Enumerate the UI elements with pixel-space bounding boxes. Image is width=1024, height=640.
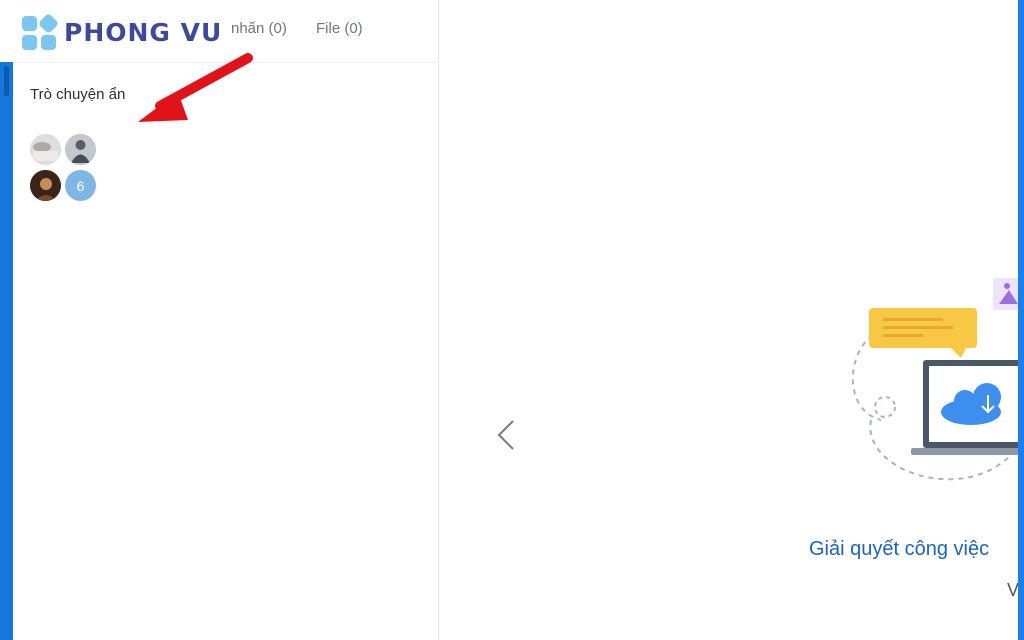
hidden-chats-title: Trò chuyện ẩn [30, 86, 126, 103]
welcome-illustration [851, 278, 1018, 481]
app-nav-strip [0, 0, 13, 640]
tab-files[interactable]: File (0) [316, 20, 363, 37]
tab-messages[interactable]: nhấn (0) [231, 20, 287, 37]
nav-indicator [4, 66, 9, 96]
red-arrow-annotation [138, 53, 253, 122]
member-count-badge: 6 [65, 170, 96, 201]
hidden-chat-group-avatar[interactable]: 6 [30, 134, 98, 204]
welcome-panel: Giải quyết công việc V [439, 0, 1019, 640]
avatar [30, 170, 61, 201]
window-edge [1018, 0, 1024, 640]
chat-bubble-icon [869, 308, 977, 358]
logo-mark-icon [22, 14, 58, 50]
avatar [65, 134, 96, 165]
brand-name: PHONG VU [64, 18, 223, 47]
avatar [30, 134, 61, 165]
chevron-left-icon[interactable] [494, 418, 518, 452]
image-icon [993, 278, 1018, 310]
slide-title: Giải quyết công việc [809, 538, 990, 560]
